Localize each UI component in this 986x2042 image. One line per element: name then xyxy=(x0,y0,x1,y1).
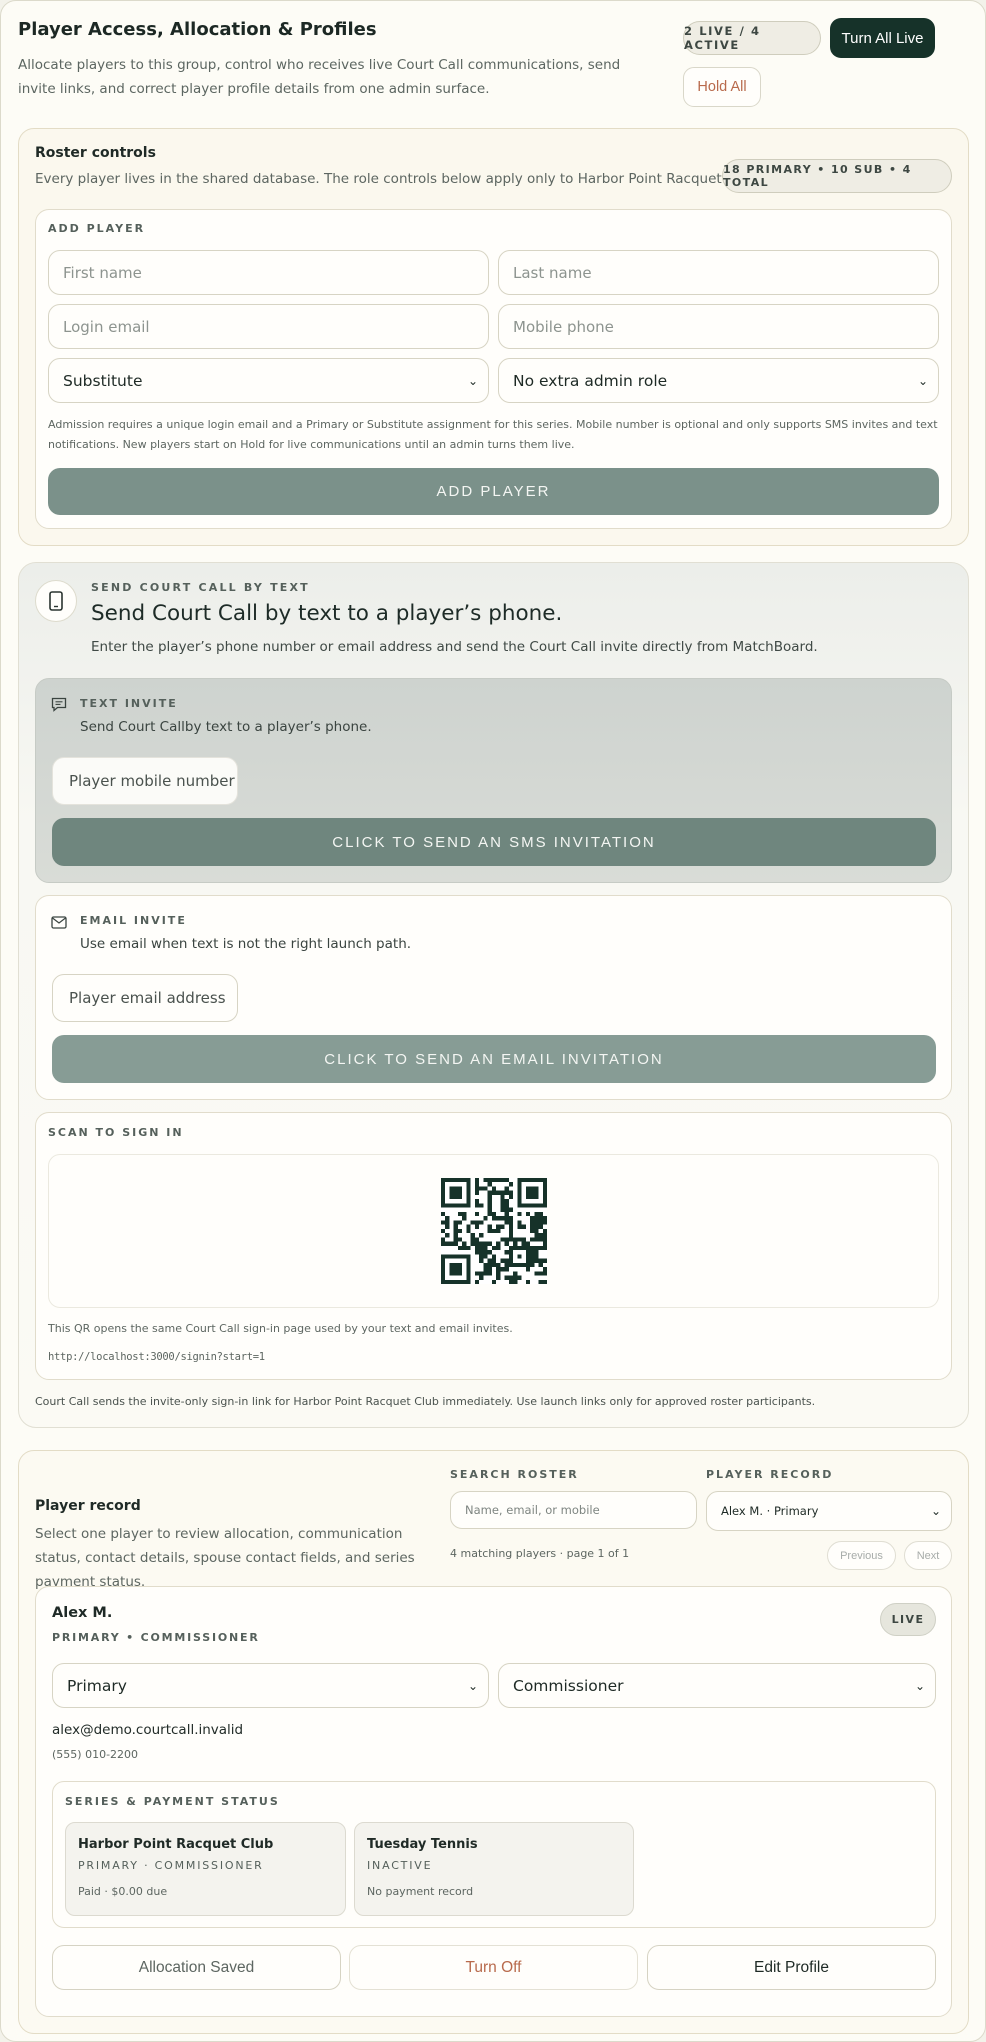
player-role-select[interactable]: Substitute ⌄ xyxy=(48,358,489,403)
player-mobile-input[interactable]: Player mobile number xyxy=(52,757,238,805)
roster-controls-description: Every player lives in the shared databas… xyxy=(35,171,761,187)
signin-url-link[interactable]: http://localhost:3000/signin?start=1 xyxy=(48,1347,265,1367)
player-status-badge: LIVE xyxy=(880,1603,936,1636)
previous-page-button[interactable]: Previous xyxy=(827,1541,896,1570)
player-name: Alex M. xyxy=(52,1605,113,1621)
message-icon xyxy=(51,697,67,716)
email-invite-label: EMAIL INVITE xyxy=(80,914,187,927)
series-role: INACTIVE xyxy=(367,1859,433,1872)
series-payment: No payment record xyxy=(367,1885,474,1898)
mail-icon xyxy=(51,914,67,933)
player-record-description: Select one player to review allocation, … xyxy=(35,1526,415,1590)
player-admin-value: Commissioner xyxy=(513,1676,624,1695)
player-record-select[interactable]: Alex M. · Primary ⌄ xyxy=(706,1491,952,1531)
login-email-field[interactable]: Login email xyxy=(48,304,489,349)
scan-label: SCAN TO SIGN IN xyxy=(48,1126,184,1139)
player-record-label: PLAYER RECORD xyxy=(706,1468,834,1481)
player-record-title: Player record xyxy=(35,1498,141,1514)
series-payment-label: SERIES & PAYMENT STATUS xyxy=(65,1795,280,1808)
first-name-field[interactable]: First name xyxy=(48,250,489,295)
court-call-eyebrow: SEND COURT CALL BY TEXT xyxy=(91,581,310,594)
text-invite-label: TEXT INVITE xyxy=(80,697,178,710)
send-email-invite-button[interactable]: CLICK TO SEND AN EMAIL INVITATION xyxy=(52,1035,936,1083)
series-name: Harbor Point Racquet Club xyxy=(78,1837,274,1852)
page-title: Player Access, Allocation & Profiles xyxy=(18,19,377,40)
player-email: alex@demo.courtcall.invalid xyxy=(52,1722,244,1738)
series-name: Tuesday Tennis xyxy=(367,1837,478,1852)
turn-off-button[interactable]: Turn Off xyxy=(349,1945,638,1990)
chevron-down-icon: ⌄ xyxy=(917,373,928,388)
series-role: PRIMARY · COMMISSIONER xyxy=(78,1859,264,1872)
turn-all-live-button[interactable]: Turn All Live xyxy=(830,18,935,58)
last-name-field[interactable]: Last name xyxy=(498,250,939,295)
search-roster-input[interactable]: Name, email, or mobile xyxy=(450,1491,697,1529)
qr-code-image[interactable] xyxy=(441,1178,547,1284)
admin-role-value: No extra admin role xyxy=(513,371,668,390)
player-allocation-value: Primary xyxy=(67,1676,127,1695)
next-page-button[interactable]: Next xyxy=(904,1541,952,1570)
search-roster-label: SEARCH ROSTER xyxy=(450,1468,579,1481)
chevron-down-icon: ⌄ xyxy=(914,1678,925,1693)
court-call-description: Enter the player’s phone number or email… xyxy=(91,639,818,655)
allocation-saved-button[interactable]: Allocation Saved xyxy=(52,1945,341,1990)
text-invite-description: Send Court Callby text to a player’s pho… xyxy=(80,719,372,735)
scan-caption: This QR opens the same Court Call sign-i… xyxy=(48,1322,513,1335)
hold-all-button[interactable]: Hold All xyxy=(683,67,761,107)
add-player-label: ADD PLAYER xyxy=(48,222,146,235)
live-count-badge: 2 LIVE / 4 ACTIVE xyxy=(683,21,821,55)
email-invite-description: Use email when text is not the right lau… xyxy=(80,936,412,952)
player-record-value: Alex M. · Primary xyxy=(721,1504,819,1518)
player-allocation-select[interactable]: Primary ⌄ xyxy=(52,1663,489,1708)
chevron-down-icon: ⌄ xyxy=(467,373,478,388)
admin-role-select[interactable]: No extra admin role ⌄ xyxy=(498,358,939,403)
player-roles: PRIMARY • COMMISSIONER xyxy=(52,1631,260,1644)
series-payment: Paid · $0.00 due xyxy=(78,1885,168,1898)
app-frame: Player Access, Allocation & Profiles All… xyxy=(0,0,986,2042)
roster-counts-badge: 18 PRIMARY • 10 SUB • 4 TOTAL xyxy=(722,159,952,193)
player-admin-select[interactable]: Commissioner ⌄ xyxy=(498,1663,936,1708)
add-player-note: Admission requires a unique login email … xyxy=(48,418,938,451)
roster-controls-title: Roster controls xyxy=(35,145,156,161)
court-call-footer-note: Court Call sends the invite-only sign-in… xyxy=(35,1395,816,1408)
match-count: 4 matching players · page 1 of 1 xyxy=(450,1547,630,1560)
chevron-down-icon: ⌄ xyxy=(467,1678,478,1693)
player-email-input[interactable]: Player email address xyxy=(52,974,238,1022)
mobile-phone-field[interactable]: Mobile phone xyxy=(498,304,939,349)
player-role-value: Substitute xyxy=(63,371,143,390)
edit-profile-button[interactable]: Edit Profile xyxy=(647,1945,936,1990)
send-sms-invite-button[interactable]: CLICK TO SEND AN SMS INVITATION xyxy=(52,818,936,866)
add-player-button[interactable]: ADD PLAYER xyxy=(48,468,939,515)
court-call-title: Send Court Call by text to a player’s ph… xyxy=(91,601,563,626)
chevron-down-icon: ⌄ xyxy=(930,1504,941,1518)
player-phone: (555) 010-2200 xyxy=(52,1748,139,1761)
phone-icon xyxy=(35,580,77,622)
page-subtitle: Allocate players to this group, control … xyxy=(18,57,621,97)
